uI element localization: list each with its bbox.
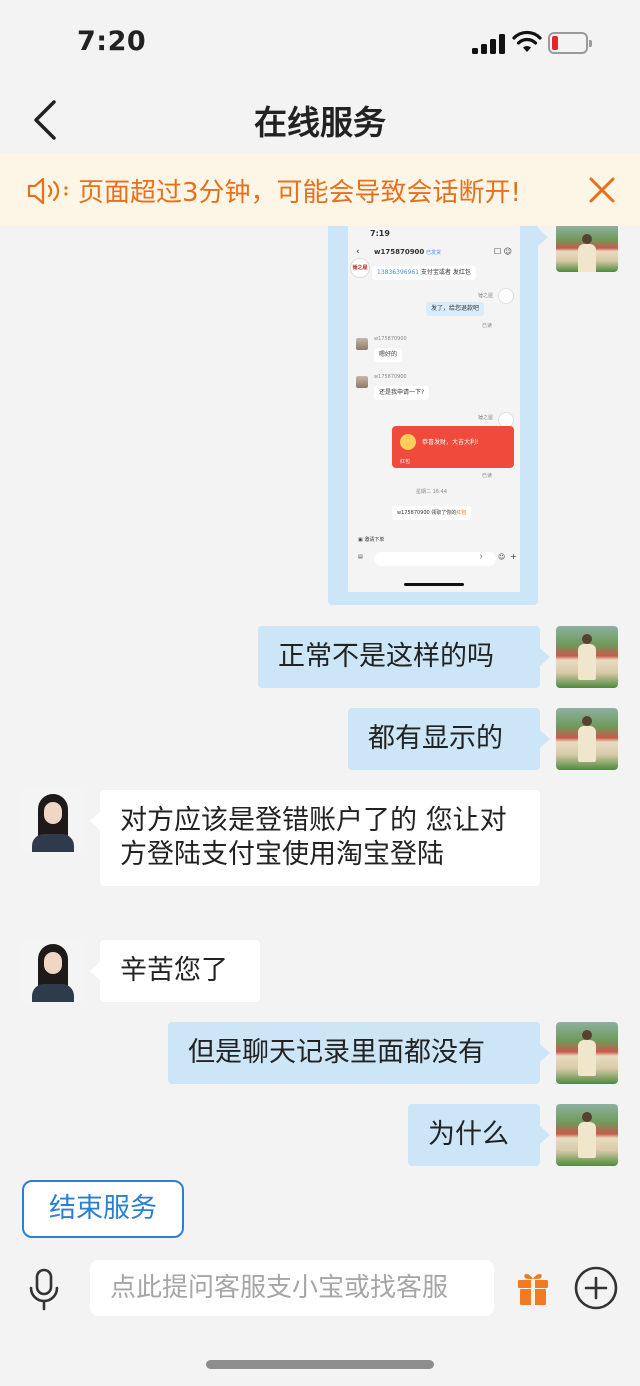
screenshot-contact-tag: 已发货 bbox=[426, 250, 442, 256]
home-indicator bbox=[404, 583, 464, 586]
screenshot-message: 嗯好的 bbox=[374, 348, 403, 362]
screenshot-message-text: 支付宝或者 发红包 bbox=[420, 269, 471, 276]
user-avatar[interactable] bbox=[556, 1104, 618, 1166]
screenshot-avatar bbox=[356, 376, 368, 388]
message-bubble[interactable]: 正常不是这样的吗 bbox=[258, 626, 550, 688]
shop-logo bbox=[498, 288, 514, 304]
image-message[interactable]: 7:19 ‹ w175870900 已发货 ☐ ☺ 锤之屋 1383639696… bbox=[328, 226, 548, 605]
input-bar bbox=[0, 1250, 640, 1330]
screenshot-invite: ▣ 邀请下单 bbox=[358, 537, 385, 543]
notice-banner: 页面超过3分钟，可能会导致会话断开! bbox=[0, 154, 640, 226]
end-service-button[interactable]: 结束服务 bbox=[22, 1180, 184, 1238]
voice-icon: ) bbox=[480, 554, 482, 560]
message-bubble[interactable]: 辛苦您了 bbox=[90, 940, 260, 1002]
speaker-icon bbox=[27, 177, 68, 205]
cellular-signal-icon bbox=[472, 34, 506, 54]
invite-text: 邀请下单 bbox=[364, 537, 385, 543]
screenshot-claim-notice: w175870900 领取了你的红包 bbox=[392, 506, 472, 520]
question-input[interactable] bbox=[90, 1260, 494, 1316]
status-bar: 7:20 bbox=[0, 0, 640, 86]
screenshot-contact: w175870900 bbox=[374, 248, 425, 256]
red-packet-label: 红包 bbox=[400, 459, 411, 465]
message-bubble[interactable]: 但是聊天记录里面都没有 bbox=[168, 1022, 550, 1084]
notice-text: 页面超过3分钟，可能会导致会话断开! bbox=[78, 178, 521, 208]
user-avatar[interactable] bbox=[556, 626, 618, 688]
red-packet-card: 恭喜发财，大吉大利! 红包 bbox=[392, 426, 514, 468]
screenshot-header-icons: ☐ ☺ bbox=[493, 247, 512, 256]
screenshot-timestamp: 星期二 16:44 bbox=[416, 489, 447, 495]
screenshot-user: w175870900 bbox=[374, 336, 407, 342]
agent-avatar[interactable] bbox=[22, 790, 84, 852]
message-bubble[interactable]: 都有显示的 bbox=[348, 708, 550, 770]
screenshot-message: 还是我申请一下? bbox=[374, 386, 430, 400]
claim-link: 红包 bbox=[456, 510, 467, 516]
claim-text: w175870900 领取了你的 bbox=[397, 510, 457, 516]
emoji-icon: ☺ bbox=[498, 553, 506, 561]
user-avatar[interactable] bbox=[556, 1022, 618, 1084]
screenshot-message: 发了，给您退款吧 bbox=[426, 302, 485, 316]
chat-screenshot-image: 7:19 ‹ w175870900 已发货 ☐ ☺ 锤之屋 1383639696… bbox=[348, 226, 520, 592]
shop-logo: 锤之屋 bbox=[350, 258, 370, 278]
wifi-icon bbox=[512, 30, 542, 52]
status-time: 7:20 bbox=[77, 26, 147, 57]
plus-icon[interactable] bbox=[574, 1266, 618, 1310]
user-avatar[interactable] bbox=[556, 226, 618, 272]
screenshot-time: 7:19 bbox=[370, 229, 390, 238]
gift-icon[interactable] bbox=[516, 1270, 550, 1306]
screenshot-sender: 锤之屋 bbox=[478, 415, 494, 421]
agent-avatar[interactable] bbox=[22, 940, 84, 1002]
screenshot-input bbox=[374, 552, 496, 566]
plus-icon: + bbox=[510, 552, 517, 561]
screenshot-input-bar: ▤ ) ☺ + bbox=[348, 548, 520, 592]
red-packet-text: 恭喜发财，大吉大利! bbox=[422, 439, 479, 446]
nav-bar: 在线服务 bbox=[0, 86, 640, 154]
screenshot-read: 已读 bbox=[482, 323, 493, 329]
message-bubble[interactable]: 对方应该是登错账户了的 您让对方登陆支付宝使用淘宝登陆 bbox=[90, 790, 540, 886]
chat-area[interactable]: 7:19 ‹ w175870900 已发货 ☐ ☺ 锤之屋 1383639696… bbox=[0, 226, 640, 1226]
red-packet-icon bbox=[400, 434, 416, 450]
screenshot-user: w175870900 bbox=[374, 374, 407, 380]
user-avatar[interactable] bbox=[556, 708, 618, 770]
screenshot-phone-link: 13836396961 bbox=[377, 269, 419, 276]
screenshot-avatar bbox=[356, 338, 368, 350]
screenshot-message: 13836396961 支付宝或者 发红包 bbox=[372, 266, 476, 280]
page-title: 在线服务 bbox=[254, 103, 386, 142]
chevron-left-icon: ‹ bbox=[356, 247, 360, 257]
battery-icon bbox=[548, 32, 592, 54]
microphone-icon[interactable] bbox=[26, 1268, 62, 1312]
home-indicator bbox=[206, 1360, 434, 1369]
close-icon[interactable] bbox=[586, 174, 618, 206]
screenshot-sender: 锤之屋 bbox=[478, 293, 494, 299]
screenshot-read: 已读 bbox=[482, 473, 493, 479]
screenshot-header: ‹ w175870900 已发货 ☐ ☺ bbox=[348, 242, 520, 266]
message-bubble[interactable]: 为什么 bbox=[408, 1104, 550, 1166]
keyboard-icon: ▤ bbox=[358, 554, 363, 560]
